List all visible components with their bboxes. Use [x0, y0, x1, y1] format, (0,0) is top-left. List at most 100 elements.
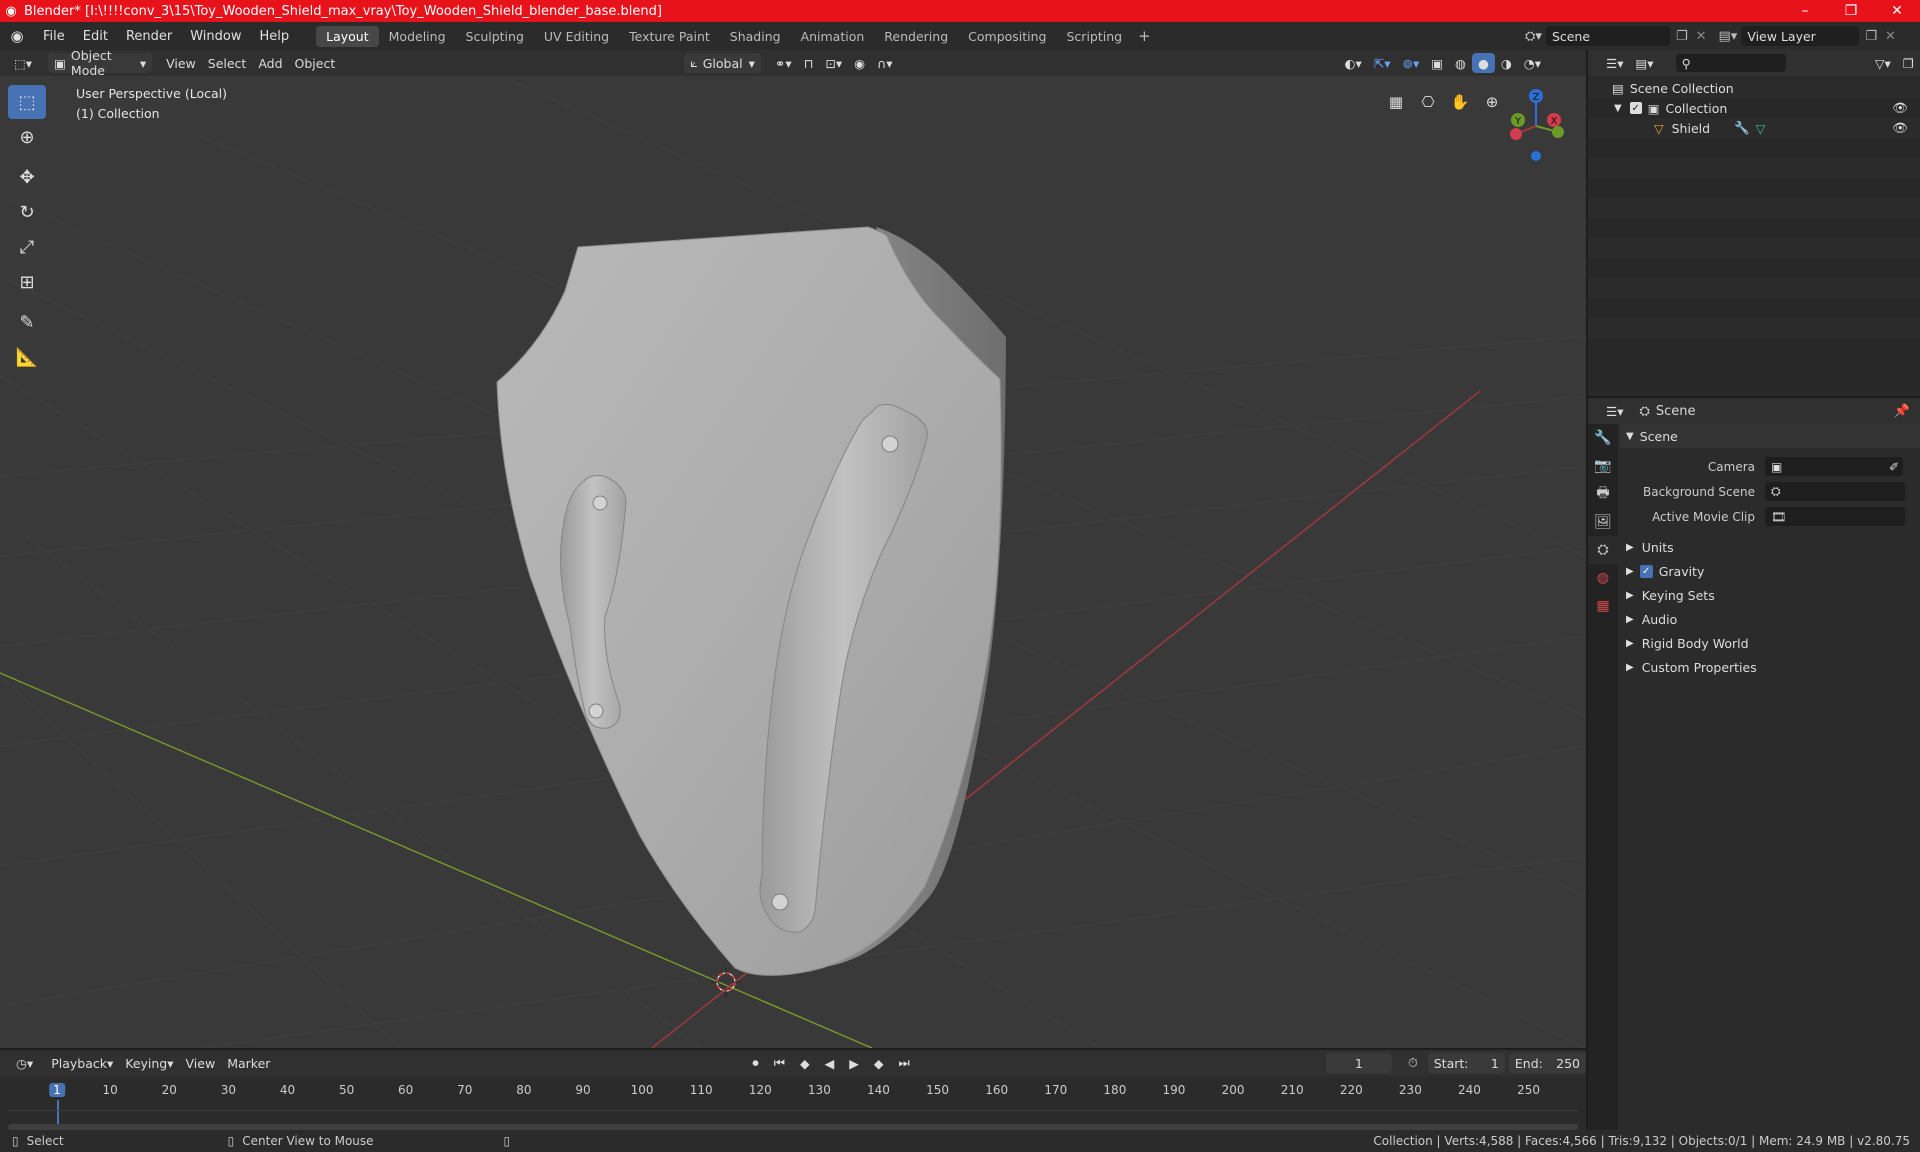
new-view-layer-icon[interactable]: ❐ — [1865, 29, 1877, 44]
scene-section-header[interactable]: ▼ Scene — [1620, 424, 1920, 448]
play-reverse-icon[interactable]: ◀ — [819, 1053, 841, 1073]
menu-help[interactable]: Help — [251, 29, 299, 44]
frame-ruler[interactable]: 1 10 20 30 40 50 60 70 80 90 100 110 120 130 140 150 160… — [8, 1080, 1578, 1134]
select-box-icon[interactable]: ⬚ — [8, 85, 46, 119]
keying-menu[interactable]: Keying ▾ — [119, 1053, 179, 1073]
blender-menu-icon[interactable]: ◉ — [0, 27, 34, 45]
mode-selector[interactable]: ▣ Object Mode ▾ — [48, 48, 153, 78]
new-collection-icon[interactable]: ❐ — [1897, 53, 1920, 73]
visibility-icon[interactable]: ◐▾ — [1339, 53, 1368, 73]
navigation-gizmo[interactable]: Z X Y — [1496, 86, 1576, 170]
tab-uv-editing[interactable]: UV Editing — [534, 26, 619, 47]
view-layer-props-icon[interactable]: 🖼 — [1588, 508, 1618, 536]
maximize-button[interactable]: ❐ — [1828, 0, 1874, 22]
snap-icon[interactable]: ⊓ — [798, 53, 820, 73]
texture-props-icon[interactable]: ▦ — [1588, 592, 1618, 620]
outliner-row-shield[interactable]: ▽ Shield 🔧 ▽ 👁 — [1588, 118, 1920, 138]
xray-icon[interactable]: ▣ — [1425, 53, 1449, 73]
gizmo-toggle-icon[interactable]: ⇱▾ — [1368, 53, 1397, 73]
mesh-data-icon[interactable]: ▽ — [1756, 121, 1766, 136]
filter-icon[interactable]: ▽▾ — [1869, 53, 1897, 73]
rigid-body-world-panel[interactable]: ▶ Rigid Body World — [1620, 631, 1920, 655]
menu-object[interactable]: Object — [289, 53, 342, 73]
tab-animation[interactable]: Animation — [791, 26, 875, 47]
tab-rendering[interactable]: Rendering — [874, 26, 958, 47]
output-props-icon[interactable]: 🖶 — [1588, 480, 1618, 508]
scene-selector[interactable]: Scene — [1545, 26, 1670, 46]
transform-tool-icon[interactable]: ⊞ — [8, 265, 46, 299]
falloff-icon[interactable]: ∩▾ — [871, 53, 898, 73]
outliner-search-input[interactable]: ⚲ — [1675, 54, 1786, 72]
remove-scene-icon[interactable]: ✕ — [1696, 29, 1707, 44]
view-layer-icon[interactable]: ▤▾ — [1719, 29, 1738, 44]
outliner-row-scene-collection[interactable]: ▤ Scene Collection — [1588, 78, 1920, 98]
view-layer-selector[interactable]: View Layer — [1741, 26, 1860, 46]
modifier-wrench-icon[interactable]: 🔧 — [1734, 120, 1750, 136]
end-frame-field[interactable]: End: 250 — [1508, 1053, 1586, 1073]
render-props-icon[interactable]: 📷 — [1588, 452, 1618, 480]
shield-object[interactable] — [496, 226, 1006, 976]
menu-select[interactable]: Select — [202, 53, 253, 73]
record-icon[interactable]: ⏺ — [746, 1053, 764, 1073]
tab-modeling[interactable]: Modeling — [379, 26, 456, 47]
3d-viewport[interactable]: ▦ ⎔ ✋ ⊕ Z X Y — [0, 76, 1586, 1048]
start-frame-field[interactable]: Start: 1 — [1427, 1053, 1505, 1073]
marker-menu[interactable]: Marker — [221, 1053, 276, 1073]
eye-icon[interactable]: 👁 — [1892, 120, 1908, 136]
playback-menu[interactable]: Playback ▾ — [45, 1053, 119, 1073]
add-workspace-icon[interactable]: + — [1132, 27, 1157, 45]
next-keyframe-icon[interactable]: ◆ — [868, 1053, 890, 1073]
solid-shading-icon[interactable]: ● — [1471, 53, 1495, 73]
jump-start-icon[interactable]: ⏮ — [768, 1053, 791, 1073]
menu-window[interactable]: Window — [181, 29, 250, 44]
active-movie-clip-field[interactable]: 🎞 — [1765, 507, 1905, 526]
3d-cursor-icon[interactable] — [711, 967, 741, 997]
material-shading-icon[interactable]: ◑ — [1495, 53, 1518, 73]
proportional-edit-icon[interactable]: ◉ — [848, 53, 871, 73]
measure-tool-icon[interactable]: 📐 — [8, 340, 46, 374]
jump-end-icon[interactable]: ⏭ — [892, 1053, 915, 1073]
rotate-tool-icon[interactable]: ↻ — [8, 195, 46, 229]
new-scene-icon[interactable]: ❐ — [1676, 29, 1688, 44]
grid-view-icon[interactable]: ▦ — [1382, 88, 1410, 116]
overlay-toggle-icon[interactable]: ⊚▾ — [1396, 53, 1425, 73]
wireframe-shading-icon[interactable]: ◍ — [1449, 53, 1472, 73]
menu-render[interactable]: Render — [117, 29, 181, 44]
eye-icon[interactable]: 👁 — [1892, 100, 1908, 116]
timeline-view-menu[interactable]: View — [180, 1053, 222, 1073]
camera-view-icon[interactable]: ⎔ — [1414, 88, 1442, 116]
outliner-row-collection[interactable]: ▼ ✓ ▣ Collection 👁 — [1588, 98, 1920, 118]
tab-layout[interactable]: Layout — [316, 25, 379, 47]
move-tool-icon[interactable]: ✥ — [8, 160, 46, 194]
tab-compositing[interactable]: Compositing — [958, 26, 1056, 47]
play-icon[interactable]: ▶ — [843, 1053, 865, 1073]
world-props-icon[interactable]: ◍ — [1588, 564, 1618, 592]
display-mode-icon[interactable]: ▤▾ — [1629, 53, 1659, 73]
editor-type-icon[interactable]: ⬚▾ — [8, 53, 38, 73]
eyedropper-icon[interactable]: ✐ — [1889, 460, 1899, 474]
gravity-checkbox[interactable]: ✓ — [1639, 564, 1653, 578]
outliner-editor-type-icon[interactable]: ☰▾ — [1600, 53, 1629, 73]
units-panel[interactable]: ▶ Units — [1620, 535, 1920, 559]
menu-edit[interactable]: Edit — [74, 29, 117, 44]
scene-type-icon[interactable]: ⛭▾ — [1525, 29, 1542, 44]
prev-keyframe-icon[interactable]: ◆ — [794, 1053, 816, 1073]
cursor-tool-icon[interactable]: ⊕ — [8, 120, 46, 154]
menu-add[interactable]: Add — [252, 53, 288, 73]
timeline-editor-type-icon[interactable]: ◷▾ — [10, 1053, 39, 1073]
remove-view-layer-icon[interactable]: ✕ — [1885, 29, 1896, 44]
audio-panel[interactable]: ▶ Audio — [1620, 607, 1920, 631]
tab-texture-paint[interactable]: Texture Paint — [619, 26, 720, 47]
stopwatch-icon[interactable]: ⏱ — [1402, 1053, 1424, 1073]
custom-properties-panel[interactable]: ▶ Custom Properties — [1620, 655, 1920, 679]
tool-props-icon[interactable]: 🔧 — [1588, 424, 1618, 452]
keying-sets-panel[interactable]: ▶ Keying Sets — [1620, 583, 1920, 607]
pan-hand-icon[interactable]: ✋ — [1446, 88, 1474, 116]
current-frame-field[interactable]: 1 — [1325, 1053, 1392, 1073]
close-button[interactable]: ✕ — [1874, 0, 1920, 22]
menu-file[interactable]: File — [34, 29, 74, 44]
snap-target-icon[interactable]: ⊡▾ — [819, 53, 848, 73]
background-scene-field[interactable]: ⛭ — [1765, 482, 1905, 501]
properties-editor-type-icon[interactable]: ☰▾ — [1600, 401, 1629, 421]
rendered-shading-icon[interactable]: ◔▾ — [1518, 53, 1547, 73]
